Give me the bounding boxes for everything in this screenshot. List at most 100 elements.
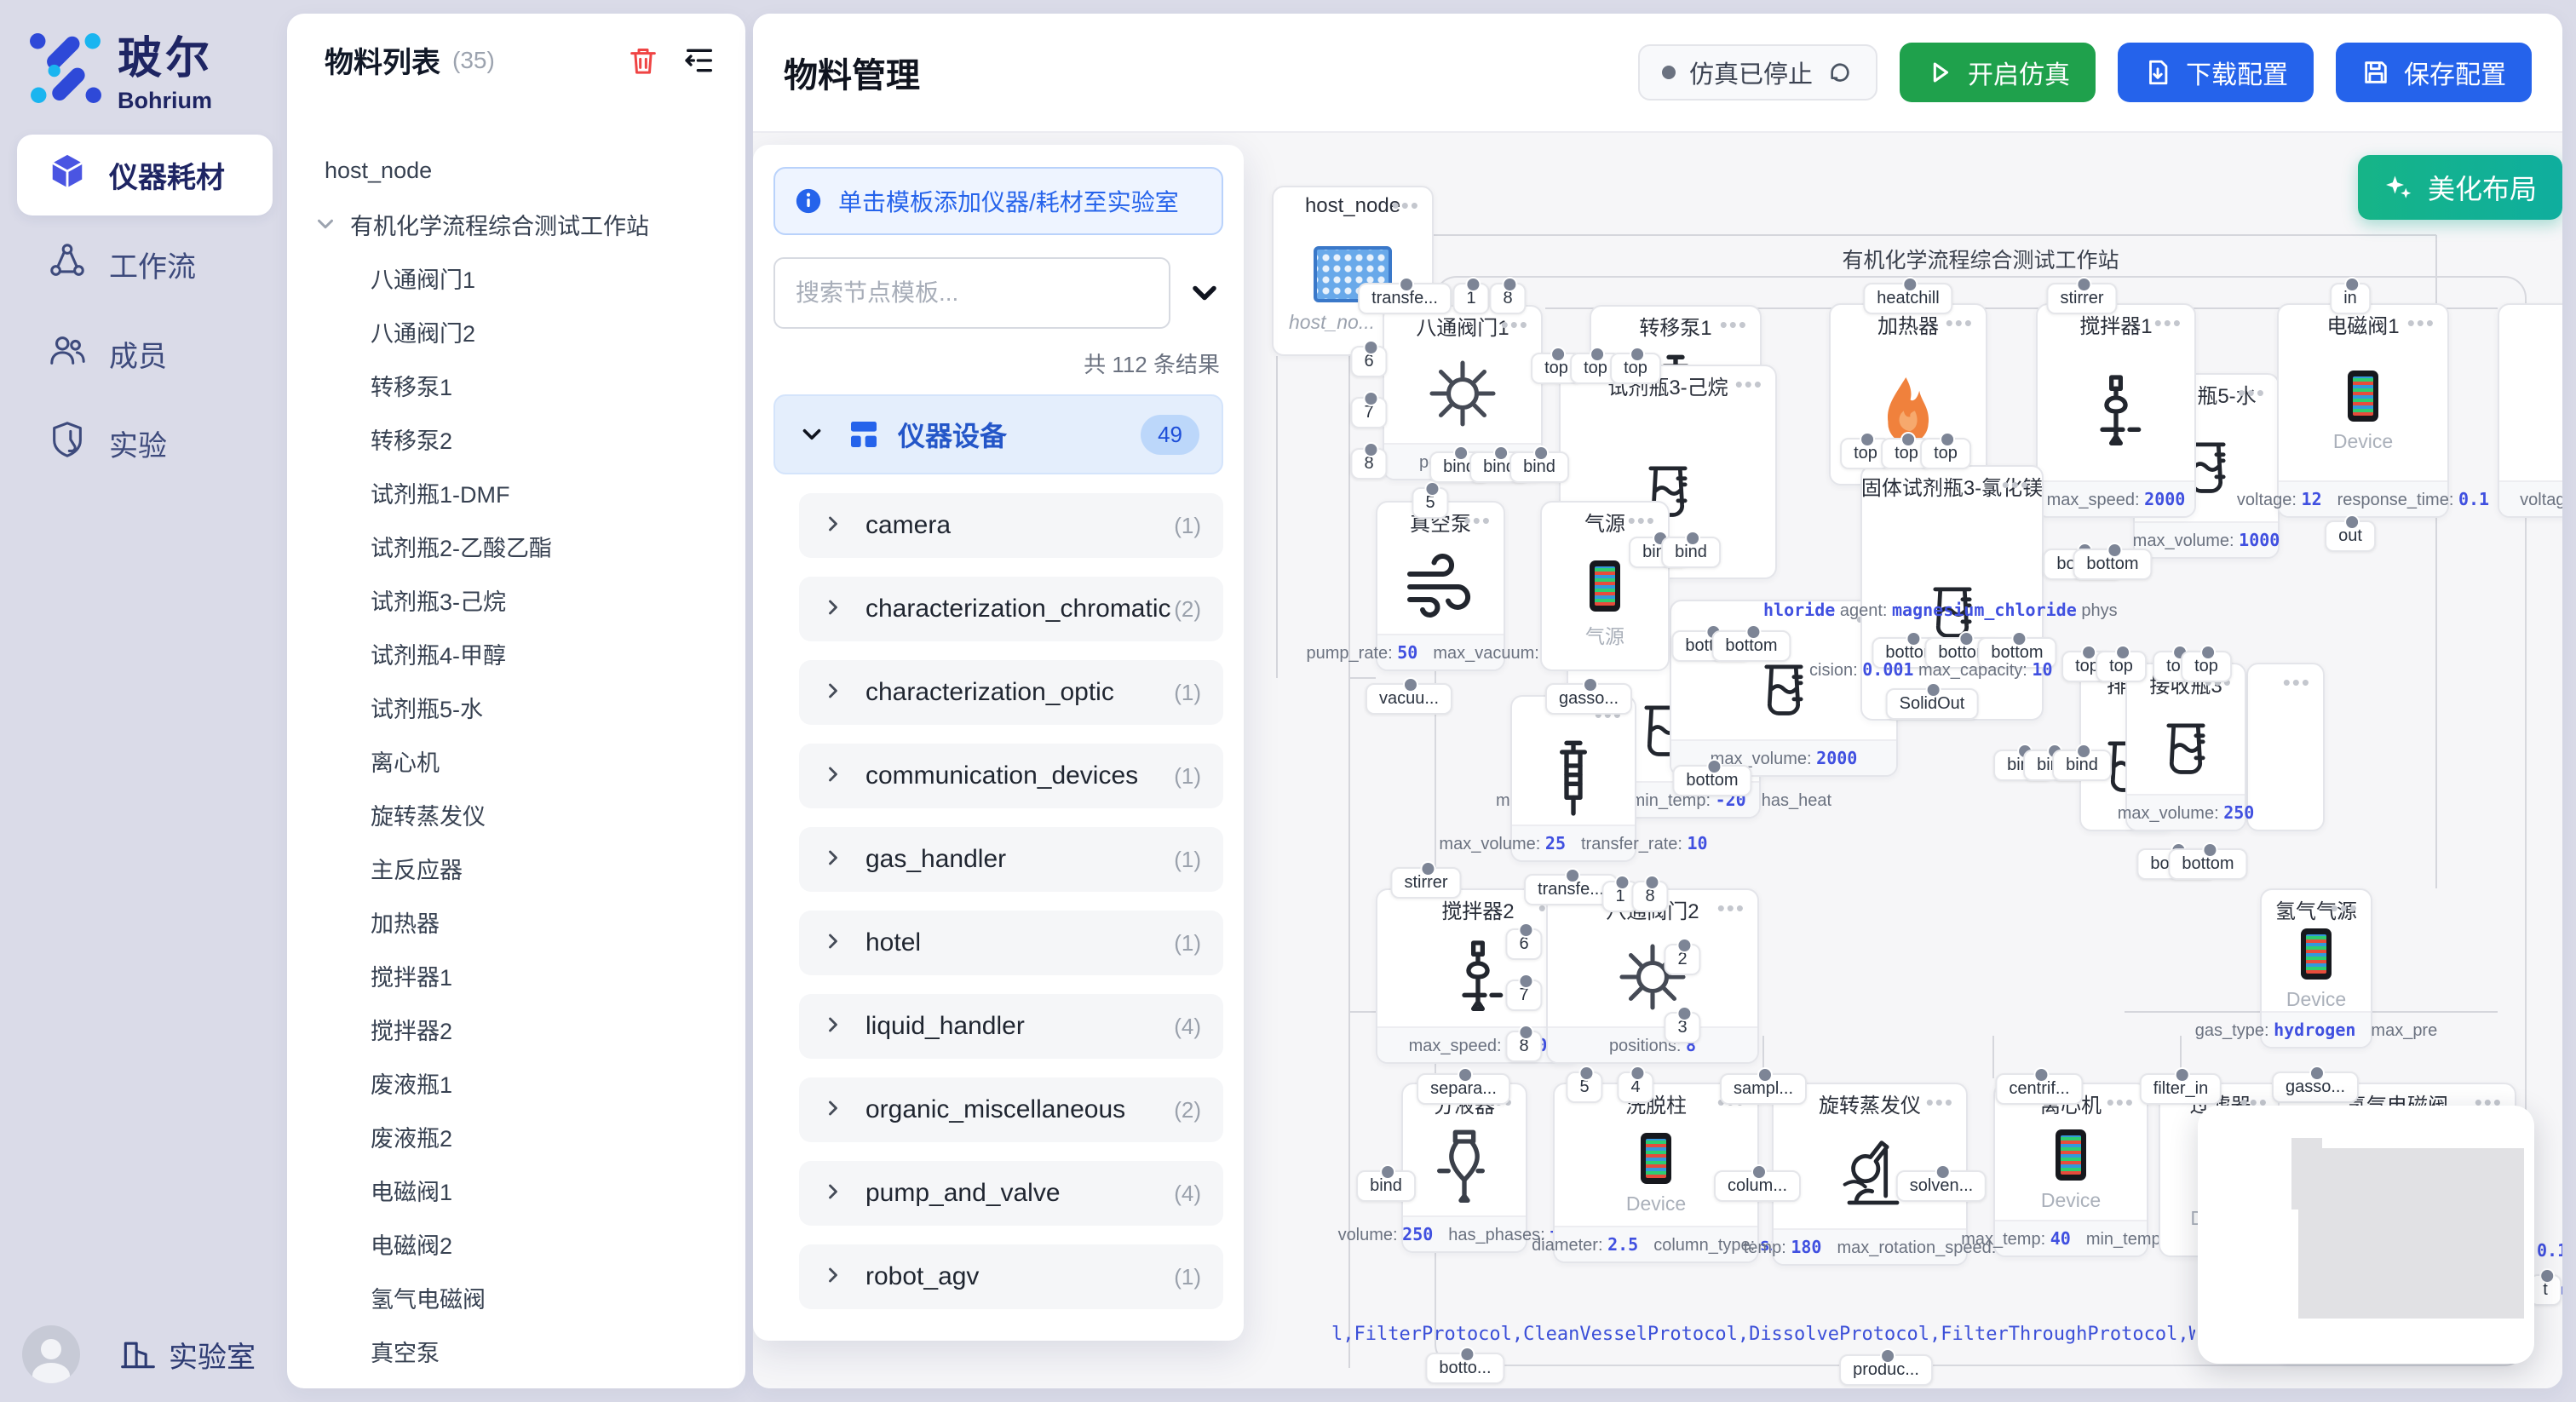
delete-icon[interactable] bbox=[626, 43, 660, 78]
node-menu-icon[interactable]: ••• bbox=[1720, 312, 1748, 338]
tree-item[interactable]: 八通阀门2 bbox=[287, 307, 745, 356]
graph-node-氢气气源[interactable]: 氢气气源•••Devicegas_type: hydrogenmax_pre bbox=[2260, 888, 2372, 1049]
category-item-robot_agv[interactable]: robot_agv(1) bbox=[799, 1244, 1223, 1309]
tree-item[interactable]: 试剂瓶5-水 bbox=[287, 682, 745, 732]
chevron-down-icon[interactable] bbox=[313, 211, 338, 237]
port-8[interactable]: 8 bbox=[1489, 283, 1526, 314]
port-6[interactable]: 6 bbox=[1350, 346, 1387, 377]
graph-node-离心机[interactable]: 离心机•••Devicemax_temp: 40min_temp: 4 bbox=[1993, 1083, 2148, 1257]
graph-node-气源[interactable]: 气源•••气源 bbox=[1540, 501, 1670, 671]
tree-item[interactable]: 氢气电磁阀 bbox=[287, 1273, 745, 1322]
port-bottom[interactable]: bottom bbox=[1672, 765, 1751, 796]
port-8[interactable]: 8 bbox=[1631, 881, 1668, 912]
port-top[interactable]: top bbox=[1610, 353, 1661, 384]
tree-item[interactable]: 真空泵 bbox=[287, 1326, 745, 1376]
sidebar-item-1[interactable]: 工作流 bbox=[17, 224, 273, 305]
tree-item[interactable]: 试剂瓶2-乙酸乙酯 bbox=[287, 521, 745, 571]
tree-item[interactable]: 有机化学流程综合测试工作站 bbox=[287, 199, 745, 249]
node-menu-icon[interactable]: ••• bbox=[2238, 380, 2266, 406]
port-centrif[interactable]: centrif... bbox=[1995, 1073, 2083, 1105]
category-item-hotel[interactable]: hotel(1) bbox=[799, 911, 1223, 975]
category-item-camera[interactable]: camera(1) bbox=[799, 493, 1223, 558]
port-bottom[interactable]: bottom bbox=[2168, 848, 2247, 880]
port-6[interactable]: 6 bbox=[1505, 928, 1542, 960]
port-7[interactable]: 7 bbox=[1350, 397, 1387, 428]
tree-item[interactable]: host_node bbox=[287, 146, 745, 195]
port-bind[interactable]: bind bbox=[1356, 1170, 1416, 1202]
category-item-gas_handler[interactable]: gas_handler(1) bbox=[799, 827, 1223, 892]
category-item-communication_devices[interactable]: communication_devices(1) bbox=[799, 744, 1223, 808]
port-sampl[interactable]: sampl... bbox=[1720, 1073, 1807, 1105]
port-filter_in[interactable]: filter_in bbox=[2140, 1073, 2222, 1105]
port-gasso[interactable]: gasso... bbox=[2272, 1072, 2359, 1103]
graph-node-unnamed[interactable]: •••voltage: 12 bbox=[2498, 303, 2562, 518]
node-menu-icon[interactable]: ••• bbox=[1946, 310, 1974, 336]
port-bottom[interactable]: bottom bbox=[2073, 549, 2152, 580]
port-colum[interactable]: colum... bbox=[1714, 1170, 1801, 1202]
tree-item[interactable]: 废液瓶2 bbox=[287, 1112, 745, 1161]
port-top[interactable]: top bbox=[2181, 651, 2232, 682]
node-menu-icon[interactable]: ••• bbox=[1926, 1089, 1954, 1116]
node-menu-icon[interactable]: ••• bbox=[1628, 508, 1656, 534]
collapse-list-icon[interactable] bbox=[682, 43, 716, 78]
category-item-organic_miscellaneous[interactable]: organic_miscellaneous(2) bbox=[799, 1077, 1223, 1142]
node-menu-icon[interactable]: ••• bbox=[2331, 895, 2359, 922]
port-solven[interactable]: solven... bbox=[1896, 1170, 1987, 1202]
tree-item[interactable]: 电磁阀2 bbox=[287, 1219, 745, 1268]
sidebar-item-lab[interactable]: 实验室 bbox=[119, 1334, 256, 1376]
tree-item[interactable]: 主反应器 bbox=[287, 843, 745, 893]
node-menu-icon[interactable]: ••• bbox=[2407, 310, 2435, 336]
port-top[interactable]: top bbox=[1920, 438, 1971, 469]
node-menu-icon[interactable]: ••• bbox=[1501, 312, 1529, 338]
tree-item[interactable]: 电磁阀1 bbox=[287, 1165, 745, 1215]
port-gasso[interactable]: gasso... bbox=[1545, 683, 1632, 715]
tree-item[interactable]: 八通阀门1 bbox=[287, 253, 745, 302]
avatar[interactable] bbox=[22, 1325, 80, 1383]
sidebar-item-3[interactable]: 实验 bbox=[17, 403, 273, 484]
start-simulation-button[interactable]: 开启仿真 bbox=[1900, 43, 2096, 102]
port-7[interactable]: 7 bbox=[1505, 980, 1542, 1011]
template-search-input[interactable] bbox=[773, 257, 1170, 329]
tree-item[interactable]: 废液瓶1 bbox=[287, 1058, 745, 1107]
category-group-equipment[interactable]: 仪器设备 49 bbox=[773, 394, 1223, 474]
port-8[interactable]: 8 bbox=[1350, 448, 1387, 480]
port-SolidOut[interactable]: SolidOut bbox=[1886, 688, 1979, 720]
graph-node-搅拌器1[interactable]: 搅拌器1•••max_speed: 2000 bbox=[2036, 303, 2196, 518]
category-item-pump_and_valve[interactable]: pump_and_valve(4) bbox=[799, 1161, 1223, 1226]
port-5[interactable]: 5 bbox=[1566, 1072, 1602, 1103]
graph-node-电磁阀1[interactable]: 电磁阀1•••Devicevoltage: 12response_time: 0… bbox=[2277, 303, 2449, 518]
save-config-button[interactable]: 保存配置 bbox=[2336, 43, 2532, 102]
graph-node-unnamed[interactable]: •••max_volume: 25transfer_rate: 10 bbox=[1510, 695, 1636, 862]
graph-node-八通阀门2[interactable]: 八通阀门2•••positions: 8 bbox=[1546, 888, 1759, 1064]
port-transfe[interactable]: transfe... bbox=[1358, 283, 1452, 314]
category-item-characterization_chromatic[interactable]: characterization_chromatic(2) bbox=[799, 577, 1223, 641]
category-item-characterization_optic[interactable]: characterization_optic(1) bbox=[799, 660, 1223, 725]
tree-item[interactable]: 试剂瓶4-甲醇 bbox=[287, 629, 745, 678]
node-menu-icon[interactable]: ••• bbox=[2154, 310, 2182, 336]
tree-item[interactable]: 搅拌器1 bbox=[287, 951, 745, 1000]
tree-item[interactable]: 旋转蒸发仪 bbox=[287, 790, 745, 839]
port-botto[interactable]: botto... bbox=[1425, 1353, 1504, 1384]
node-menu-icon[interactable]: ••• bbox=[2002, 472, 2030, 498]
port-produc[interactable]: produc... bbox=[1839, 1354, 1933, 1386]
port-bottom[interactable]: bottom bbox=[1711, 630, 1791, 662]
tree-item[interactable]: 转移泵2 bbox=[287, 414, 745, 463]
port-vacuu[interactable]: vacuu... bbox=[1366, 683, 1452, 715]
graph-node-真空泵[interactable]: 真空泵•••pump_rate: 50max_vacuum: 0.1 bbox=[1376, 501, 1505, 671]
port-top[interactable]: top bbox=[2096, 651, 2147, 682]
category-item-liquid_handler[interactable]: liquid_handler(4) bbox=[799, 994, 1223, 1059]
tree-item[interactable]: 试剂瓶3-己烷 bbox=[287, 575, 745, 624]
graph-node-固体试剂瓶3-氯化镁[interactable]: 固体试剂瓶3-氯化镁••• bbox=[1860, 465, 2044, 721]
tree-item[interactable]: 搅拌器2 bbox=[287, 1004, 745, 1054]
port-stirrer[interactable]: stirrer bbox=[1390, 867, 1461, 899]
port-4[interactable]: 4 bbox=[1617, 1072, 1653, 1103]
chevron-down-icon[interactable] bbox=[1186, 274, 1223, 312]
download-config-button[interactable]: 下载配置 bbox=[2118, 43, 2314, 102]
node-menu-icon[interactable]: ••• bbox=[1392, 192, 1420, 219]
tree-item[interactable]: 加热器 bbox=[287, 897, 745, 946]
port-heatchill[interactable]: heatchill bbox=[1863, 283, 1952, 314]
port-bind[interactable]: bind bbox=[2052, 750, 2112, 781]
refresh-icon[interactable] bbox=[1826, 59, 1854, 86]
node-graph-canvas[interactable]: 单击模板添加仪器/耗材至实验室 共 112 条结果 仪器设备 49 camera… bbox=[753, 133, 2562, 1388]
tree-item[interactable]: 试剂瓶1-DMF bbox=[287, 468, 745, 517]
